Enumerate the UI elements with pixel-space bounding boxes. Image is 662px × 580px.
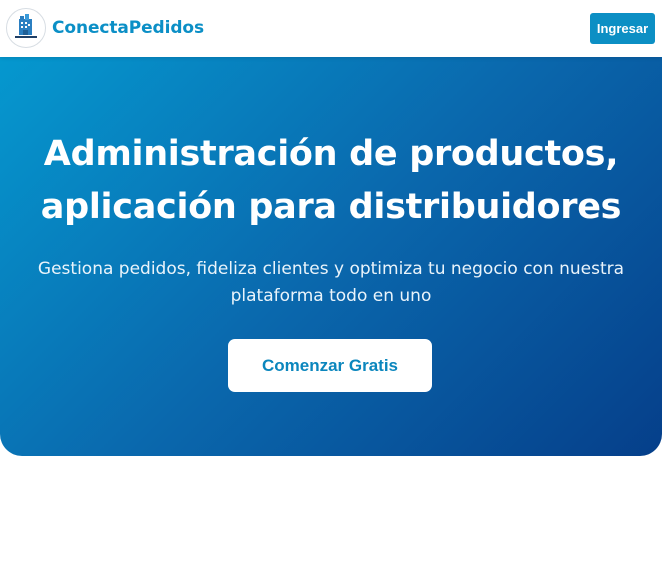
hero-section: Administración de productos, aplicación … — [0, 57, 662, 456]
start-free-button[interactable]: Comenzar Gratis — [228, 339, 432, 392]
brand[interactable]: ConectaPedidos — [6, 8, 204, 48]
landing-page: ConectaPedidos Ingresar Administración d… — [0, 0, 662, 580]
top-navbar: ConectaPedidos Ingresar — [0, 0, 662, 57]
brand-name: ConectaPedidos — [52, 18, 205, 38]
warehouse-logo-icon — [6, 8, 46, 48]
hero-title: Administración de productos, aplicación … — [40, 134, 622, 227]
login-button[interactable]: Ingresar — [590, 13, 655, 44]
hero-subtitle: Gestiona pedidos, fideliza clientes y op… — [37, 259, 625, 306]
